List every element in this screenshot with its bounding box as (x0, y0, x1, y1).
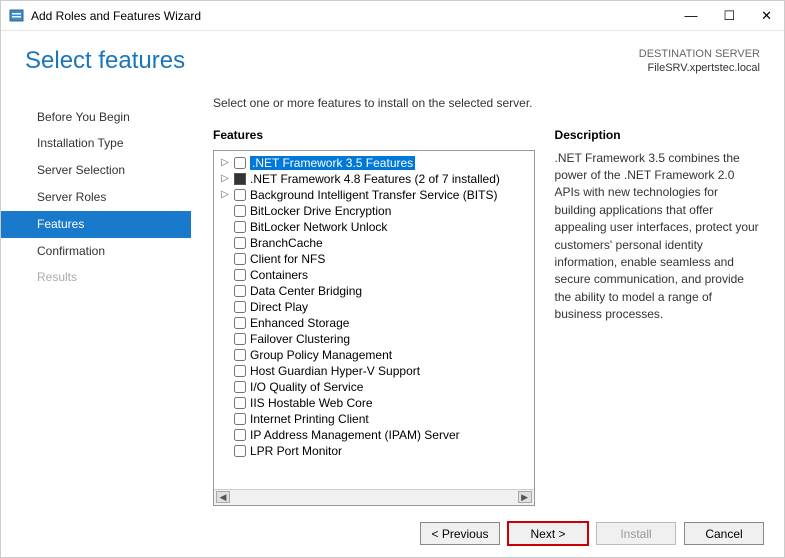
feature-item[interactable]: Direct Play (214, 299, 534, 315)
feature-item[interactable]: LPR Port Monitor (214, 443, 534, 459)
feature-item[interactable]: ▷ .NET Framework 4.8 Features (2 of 7 ins… (214, 171, 534, 187)
feature-checkbox[interactable] (234, 301, 246, 313)
feature-checkbox[interactable] (234, 173, 246, 185)
description-label: Description (555, 128, 762, 142)
feature-checkbox[interactable] (234, 397, 246, 409)
feature-label: IP Address Management (IPAM) Server (250, 428, 460, 442)
feature-item[interactable]: ▷ .NET Framework 3.5 Features (214, 155, 534, 171)
feature-checkbox[interactable] (234, 317, 246, 329)
page-heading: Select features (25, 47, 185, 75)
nav-step-installation-type[interactable]: Installation Type (1, 130, 191, 157)
maximize-button[interactable]: ☐ (719, 8, 739, 24)
window-title: Add Roles and Features Wizard (31, 9, 680, 23)
feature-label: Failover Clustering (250, 332, 350, 346)
feature-item[interactable]: BranchCache (214, 235, 534, 251)
nav-step-before-you-begin[interactable]: Before You Begin (1, 104, 191, 131)
nav-step-server-selection[interactable]: Server Selection (1, 157, 191, 184)
feature-label: Data Center Bridging (250, 284, 362, 298)
nav-step-server-roles[interactable]: Server Roles (1, 184, 191, 211)
feature-checkbox[interactable] (234, 365, 246, 377)
feature-item[interactable]: Internet Printing Client (214, 411, 534, 427)
feature-label: Background Intelligent Transfer Service … (250, 188, 497, 202)
feature-item[interactable]: Client for NFS (214, 251, 534, 267)
feature-item[interactable]: I/O Quality of Service (214, 379, 534, 395)
feature-label: Host Guardian Hyper-V Support (250, 364, 420, 378)
feature-checkbox[interactable] (234, 189, 246, 201)
close-button[interactable]: ✕ (757, 8, 776, 24)
feature-checkbox[interactable] (234, 349, 246, 361)
feature-checkbox[interactable] (234, 285, 246, 297)
feature-item[interactable]: Data Center Bridging (214, 283, 534, 299)
feature-item[interactable]: BitLocker Drive Encryption (214, 203, 534, 219)
feature-item[interactable]: IP Address Management (IPAM) Server (214, 427, 534, 443)
feature-label: Direct Play (250, 300, 308, 314)
feature-item[interactable]: ▷ Background Intelligent Transfer Service… (214, 187, 534, 203)
expander-icon[interactable]: ▷ (220, 157, 230, 168)
minimize-button[interactable]: — (680, 8, 701, 23)
titlebar: Add Roles and Features Wizard — ☐ ✕ (1, 1, 784, 31)
nav-step-results: Results (1, 264, 191, 291)
feature-checkbox[interactable] (234, 429, 246, 441)
feature-checkbox[interactable] (234, 269, 246, 281)
expander-icon[interactable]: ▷ (220, 189, 230, 200)
nav-step-confirmation[interactable]: Confirmation (1, 238, 191, 265)
feature-checkbox[interactable] (234, 237, 246, 249)
feature-label: Group Policy Management (250, 348, 392, 362)
wizard-icon (9, 8, 25, 24)
nav-step-features[interactable]: Features (1, 211, 191, 238)
cancel-button[interactable]: Cancel (684, 522, 764, 545)
feature-label: .NET Framework 3.5 Features (250, 156, 415, 170)
feature-label: BranchCache (250, 236, 323, 250)
feature-label: Internet Printing Client (250, 412, 369, 426)
feature-label: .NET Framework 4.8 Features (2 of 7 inst… (250, 172, 500, 186)
description-text: .NET Framework 3.5 combines the power of… (555, 150, 762, 324)
feature-item[interactable]: BitLocker Network Unlock (214, 219, 534, 235)
feature-label: Enhanced Storage (250, 316, 349, 330)
feature-checkbox[interactable] (234, 221, 246, 233)
horizontal-scrollbar[interactable]: ◀ ▶ (214, 489, 534, 505)
feature-item[interactable]: Containers (214, 267, 534, 283)
destination-label: DESTINATION SERVER (639, 47, 760, 61)
feature-item[interactable]: IIS Hostable Web Core (214, 395, 534, 411)
destination-value: FileSRV.xpertstec.local (639, 61, 760, 75)
feature-checkbox[interactable] (234, 333, 246, 345)
features-scroll[interactable]: ▷ .NET Framework 3.5 Features ▷ .NET Framew… (214, 151, 534, 489)
feature-item[interactable]: Enhanced Storage (214, 315, 534, 331)
previous-button[interactable]: < Previous (420, 522, 500, 545)
feature-checkbox[interactable] (234, 381, 246, 393)
expander-icon[interactable]: ▷ (220, 173, 230, 184)
instruction-text: Select one or more features to install o… (213, 96, 762, 110)
install-button[interactable]: Install (596, 522, 676, 545)
feature-item[interactable]: Group Policy Management (214, 347, 534, 363)
feature-checkbox[interactable] (234, 413, 246, 425)
scroll-right-icon[interactable]: ▶ (518, 491, 532, 503)
feature-item[interactable]: Failover Clustering (214, 331, 534, 347)
footer-buttons: < Previous Next > Install Cancel (420, 522, 764, 545)
feature-label: I/O Quality of Service (250, 380, 363, 394)
destination-server-label: DESTINATION SERVER FileSRV.xpertstec.loc… (639, 47, 760, 76)
feature-label: LPR Port Monitor (250, 444, 342, 458)
features-tree: ▷ .NET Framework 3.5 Features ▷ .NET Framew… (213, 150, 535, 506)
feature-label: Containers (250, 268, 308, 282)
feature-checkbox[interactable] (234, 157, 246, 169)
features-label: Features (213, 128, 535, 142)
feature-checkbox[interactable] (234, 205, 246, 217)
wizard-nav: Before You BeginInstallation TypeServer … (1, 96, 191, 506)
feature-label: Client for NFS (250, 252, 325, 266)
next-button[interactable]: Next > (508, 522, 588, 545)
feature-checkbox[interactable] (234, 253, 246, 265)
feature-label: BitLocker Network Unlock (250, 220, 387, 234)
feature-checkbox[interactable] (234, 445, 246, 457)
feature-item[interactable]: Host Guardian Hyper-V Support (214, 363, 534, 379)
scroll-left-icon[interactable]: ◀ (216, 491, 230, 503)
header: Select features DESTINATION SERVER FileS… (1, 31, 784, 76)
feature-label: BitLocker Drive Encryption (250, 204, 391, 218)
feature-label: IIS Hostable Web Core (250, 396, 373, 410)
